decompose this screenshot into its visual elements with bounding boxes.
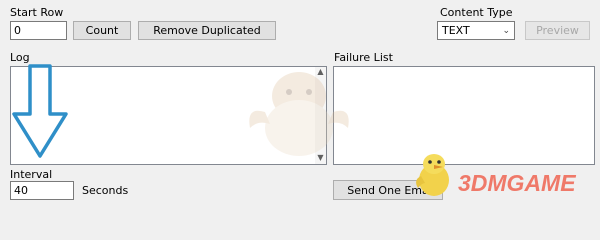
chevron-down-icon: ⌄ (502, 25, 510, 36)
interval-label: Interval (10, 168, 53, 181)
down-arrow-icon (12, 64, 68, 158)
remove-duplicated-button[interactable]: Remove Duplicated (138, 21, 276, 40)
start-row-label: Start Row (10, 6, 64, 19)
interval-input[interactable]: 40 (10, 181, 74, 200)
watermark-logo-text: 3DMGAME (458, 170, 576, 196)
start-row-input[interactable]: 0 (10, 21, 67, 40)
content-type-selected: TEXT (442, 24, 470, 37)
mascot-watermark-icon (249, 72, 349, 156)
interval-unit-label: Seconds (82, 184, 129, 197)
count-button[interactable]: Count (73, 21, 131, 40)
content-type-label: Content Type (440, 6, 513, 19)
content-type-select[interactable]: TEXT ⌄ (437, 21, 515, 40)
failure-list-textarea[interactable] (333, 66, 595, 165)
chick-logo-icon (416, 154, 449, 196)
preview-button[interactable]: Preview (525, 21, 590, 40)
